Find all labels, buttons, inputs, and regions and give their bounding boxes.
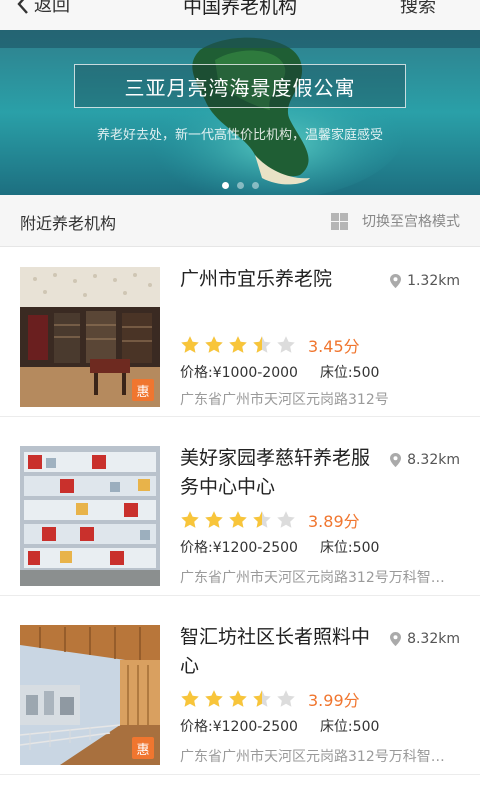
distance: 8.32km (390, 631, 460, 647)
facility-address: 广东省广州市天河区元岗路312号 (180, 392, 389, 408)
banner-subtitle: 养老好去处，新一代高性价比机构，温馨家庭感受 (96, 128, 383, 143)
rating-score: 3.99分 (308, 691, 360, 710)
facility-photo (20, 446, 160, 586)
carousel-dots (0, 182, 480, 189)
price-value: ¥1200-2500 (212, 540, 298, 556)
distance-value: 8.32km (407, 631, 460, 647)
price-value: ¥1000-2000 (212, 365, 298, 381)
bed-label: 床位: (319, 719, 353, 735)
star-filled-icon (205, 511, 223, 528)
carousel-dot[interactable] (221, 182, 229, 189)
bed-value: 500 (352, 719, 380, 735)
list-item[interactable]: 惠 智汇坊社区长者照料中心 8.32km 3.99分 价格:¥1200-2500… (0, 605, 480, 775)
star-half-icon (253, 511, 271, 528)
price-label: 价格: (180, 719, 213, 735)
section-title: 附近养老机构 (20, 214, 117, 233)
bed-label: 床位: (319, 365, 353, 381)
star-empty-icon (277, 690, 295, 707)
carousel-dot[interactable] (251, 182, 259, 189)
star-filled-icon (205, 336, 223, 353)
star-half-icon (253, 336, 271, 353)
price-label: 价格: (180, 365, 213, 381)
rating-score: 3.45分 (308, 337, 360, 356)
search-button[interactable]: 搜索 (400, 0, 436, 18)
distance-value: 8.32km (407, 452, 460, 468)
list-item[interactable]: 惠 广州市宜乐养老院 1.32km 3.45分 价格:¥1000-2000 床位:… (0, 247, 480, 417)
discount-badge: 惠 (132, 379, 154, 401)
price-value: ¥1200-2500 (212, 719, 298, 735)
banner-carousel[interactable]: 三亚月亮湾海景度假公寓 养老好去处，新一代高性价比机构，温馨家庭感受 (0, 30, 480, 195)
facility-address: 广东省广州市天河区元岗路312号万科智… (180, 749, 445, 765)
distance: 8.32km (390, 452, 460, 468)
star-half-icon (253, 690, 271, 707)
star-filled-icon (181, 336, 199, 353)
bed-value: 500 (352, 365, 380, 381)
banner-image (0, 30, 480, 195)
price-beds: 价格:¥1000-2000 床位:500 (180, 362, 379, 382)
bed-label: 床位: (319, 540, 353, 556)
location-pin-icon (390, 453, 402, 467)
facility-name: 美好家园孝慈轩养老服务中心中心 (180, 447, 371, 498)
rating-score: 3.89分 (308, 512, 360, 531)
location-pin-icon (390, 274, 402, 288)
banner-caption: 三亚月亮湾海景度假公寓 (74, 64, 406, 108)
star-empty-icon (277, 336, 295, 353)
bed-value: 500 (352, 540, 380, 556)
discount-badge: 惠 (132, 737, 154, 759)
distance: 1.32km (390, 273, 460, 289)
switch-grid-mode-button[interactable]: 切换至宫格模式 (331, 211, 460, 231)
facility-photo: 惠 (20, 267, 160, 407)
star-filled-icon (181, 511, 199, 528)
facility-photo: 惠 (20, 625, 160, 765)
star-filled-icon (229, 511, 247, 528)
star-filled-icon (181, 690, 199, 707)
list-item[interactable]: 美好家园孝慈轩养老服务中心中心 8.32km 3.89分 价格:¥1200-25… (0, 426, 480, 596)
star-filled-icon (229, 336, 247, 353)
star-filled-icon (205, 690, 223, 707)
top-nav-bar: 返回 中国养老机构 搜索 (0, 0, 480, 30)
rating-stars: 3.45分 (180, 333, 360, 357)
price-beds: 价格:¥1200-2500 床位:500 (180, 537, 379, 557)
switch-label: 切换至宫格模式 (362, 214, 460, 230)
carousel-dot[interactable] (236, 182, 244, 189)
price-beds: 价格:¥1200-2500 床位:500 (180, 716, 379, 736)
distance-value: 1.32km (407, 273, 460, 289)
star-filled-icon (229, 690, 247, 707)
rating-stars: 3.89分 (180, 508, 360, 532)
facility-name: 智汇坊社区长者照料中心 (180, 626, 371, 677)
rating-stars: 3.99分 (180, 687, 360, 711)
price-label: 价格: (180, 540, 213, 556)
section-header: 附近养老机构 切换至宫格模式 (0, 195, 480, 247)
star-empty-icon (277, 511, 295, 528)
facility-address: 广东省广州市天河区元岗路312号万科智… (180, 570, 445, 586)
facility-name: 广州市宜乐养老院 (180, 268, 333, 290)
location-pin-icon (390, 632, 402, 646)
grid-icon (331, 212, 348, 230)
